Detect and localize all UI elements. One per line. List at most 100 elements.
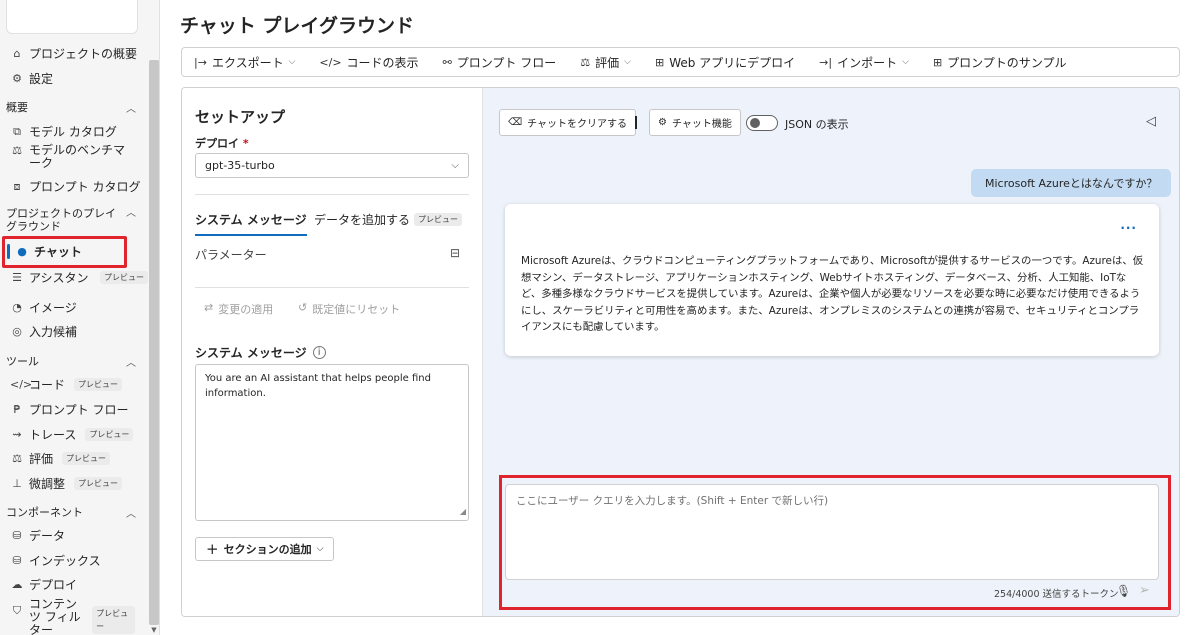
sidebar-item-label: コンテンツ フィルター xyxy=(29,597,81,635)
setup-title: セットアップ xyxy=(195,108,286,126)
sidebar-item-code[interactable]: </> コード プレビュー xyxy=(10,376,123,393)
sidebar-item-model-catalog[interactable]: ⧉ モデル カタログ xyxy=(10,123,117,140)
deploy-label-text: デプロイ xyxy=(195,137,239,150)
info-icon[interactable]: i xyxy=(312,346,326,359)
preview-badge: プレビュー xyxy=(74,477,123,490)
tab-system-message[interactable]: システム メッセージ xyxy=(195,211,307,236)
trace-icon: ⇝ xyxy=(12,428,22,441)
prompt-samples-button[interactable]: ⊞ プロンプトのサンプル xyxy=(933,54,1067,71)
highlight-box xyxy=(2,236,127,268)
sidebar-item-index[interactable]: ⛁ インデックス xyxy=(10,552,101,569)
section-label: プロジェクトのプレイグラウンド xyxy=(6,207,116,233)
system-message-textarea[interactable]: You are an AI assistant that helps peopl… xyxy=(195,364,469,521)
sidebar-item-fine-tuning[interactable]: ⊥ 微調整 プレビュー xyxy=(10,475,123,492)
chevron-down-icon: ⌵ xyxy=(451,160,459,171)
sidebar-item-label: プロンプト カタログ xyxy=(29,180,141,194)
sidebar-item-model-benchmark[interactable]: ⚖ モデルのベンチマーク xyxy=(10,144,135,170)
chat-input-placeholder: ここにユーザー クエリを入力します。(Shift + Enter で新しい行) xyxy=(516,495,829,507)
flask-icon: ⊥ xyxy=(12,477,22,490)
preview-badge: プレビュー xyxy=(92,606,135,634)
sidebar-item-label: モデル カタログ xyxy=(29,125,117,139)
sidebar-item-label: トレース xyxy=(29,428,77,442)
assistant-message-text: Microsoft Azureは、クラウドコンピューティングプラットフォームであ… xyxy=(521,255,1144,333)
chat-features-button[interactable]: ⚙ チャット機能 xyxy=(649,109,741,136)
clear-chat-label: チャットをクリアする xyxy=(527,119,628,130)
section-tools-toggle[interactable]: ツール ︿ xyxy=(6,353,136,369)
sidebar-item-label: イメージ xyxy=(29,301,77,315)
reset-label: 既定値にリセット xyxy=(312,303,401,316)
section-playground-toggle[interactable]: プロジェクトのプレイグラウンド ︿ xyxy=(6,207,136,233)
deploy-select[interactable]: gpt-35-turbo ⌵ xyxy=(195,153,469,178)
reset-icon: ↺ xyxy=(298,301,308,314)
reset-defaults-button[interactable]: ↺ 既定値にリセット xyxy=(298,301,400,317)
json-view-toggle[interactable] xyxy=(746,115,778,131)
preview-badge: プレビュー xyxy=(414,213,463,226)
deploy-web-button[interactable]: ⊞ Web アプリにデプロイ xyxy=(655,54,795,71)
sidebar-item-label: 評価 xyxy=(29,452,54,466)
index-icon: ⛁ xyxy=(12,554,22,567)
clear-chat-button[interactable]: ⌫ チャットをクリアする xyxy=(499,109,637,136)
apply-icon: ⇄ xyxy=(204,301,214,314)
import-button[interactable]: →| インポート ⌵ xyxy=(819,54,909,71)
page-title: チャット プレイグラウンド xyxy=(180,15,415,37)
sidebar-item-label: プロンプト フロー xyxy=(29,403,129,417)
add-section-button[interactable]: + セクションの追加 ⌵ xyxy=(195,537,335,561)
apply-label: 変更の適用 xyxy=(218,303,274,316)
deploy-label: デプロイ * xyxy=(195,135,249,151)
sidebar: ⌂ プロジェクトの概要 ⚙ 設定 概要 ︿ ⧉ モデル カタログ ⚖ モデルのベ… xyxy=(0,0,160,635)
sidebar-item-deploy[interactable]: ☁ デプロイ xyxy=(10,576,78,593)
chevron-down-icon: ⌵ xyxy=(624,57,631,67)
project-card[interactable] xyxy=(6,0,138,34)
prompt-catalog-icon: ⧈ xyxy=(13,179,21,193)
sidebar-item-completion[interactable]: ◎ 入力候補 xyxy=(10,323,77,340)
code-icon: </> xyxy=(10,378,33,391)
tab-add-data-label: データを追加する xyxy=(314,213,411,227)
sidebar-item-evaluation[interactable]: ⚖ 評価 プレビュー xyxy=(10,450,111,467)
view-code-button[interactable]: </> コードの表示 xyxy=(319,54,418,71)
sidebar-item-trace[interactable]: ⇝ トレース プレビュー xyxy=(10,426,134,443)
gear-icon: ⚙ xyxy=(658,117,667,128)
more-options-icon[interactable]: ... xyxy=(1120,218,1137,232)
parameters-label: パラメーター xyxy=(195,248,267,262)
sidebar-item-data[interactable]: ⛁ データ xyxy=(10,527,65,544)
tab-add-data[interactable]: データを追加する プレビュー xyxy=(314,211,463,228)
microphone-icon[interactable]: 🎙 xyxy=(1116,584,1131,598)
sidebar-item-project-overview[interactable]: ⌂ プロジェクトの概要 xyxy=(10,45,138,62)
broom-icon: ⌫ xyxy=(508,117,523,128)
required-marker: * xyxy=(242,137,249,150)
resize-grip-icon[interactable]: ◢ xyxy=(460,504,466,519)
image-icon: ◔ xyxy=(12,301,22,314)
add-section-label: セクションの追加 xyxy=(223,543,312,556)
speaker-icon[interactable]: ◁ xyxy=(1146,114,1156,129)
sidebar-item-image[interactable]: ◔ イメージ xyxy=(10,299,77,316)
sidebar-item-prompt-catalog[interactable]: ⧈ プロンプト カタログ xyxy=(10,178,141,195)
code-icon: </> xyxy=(319,55,342,69)
sidebar-item-content-filter[interactable]: ⛉ コンテンツ フィルター プレビュー xyxy=(10,598,135,635)
chat-features-label: チャット機能 xyxy=(671,119,732,130)
send-icon[interactable]: ➢ xyxy=(1139,583,1150,598)
toggle-knob xyxy=(750,118,760,128)
scale-icon: ⚖ xyxy=(12,452,22,465)
flow-icon: ⚯ xyxy=(442,55,452,69)
sidebar-item-assistant[interactable]: ☰ アシスタント プレビュー xyxy=(10,269,148,286)
sidebar-item-label: インデックス xyxy=(29,554,101,568)
prompt-flow-button[interactable]: ⚯ プロンプト フロー xyxy=(443,54,557,71)
import-label: インポート xyxy=(837,55,898,70)
evaluate-button[interactable]: ⚖ 評価 ⌵ xyxy=(580,54,631,71)
section-overview-toggle[interactable]: 概要 ︿ xyxy=(6,99,136,115)
section-components-toggle[interactable]: コンポーネント ︿ xyxy=(6,504,136,520)
sidebar-item-label: アシスタント xyxy=(29,271,91,285)
sidebar-item-prompt-flow[interactable]: ₱ プロンプト フロー xyxy=(10,401,129,418)
scroll-down-icon[interactable]: ▼ xyxy=(150,626,158,634)
panel-toggle-icon[interactable]: ⊟ xyxy=(450,246,460,260)
sidebar-scrollbar[interactable] xyxy=(149,60,159,625)
export-button[interactable]: |→ エクスポート ⌵ xyxy=(194,54,295,71)
deploy-web-label: Web アプリにデプロイ xyxy=(669,55,796,70)
sidebar-item-label: デプロイ xyxy=(29,578,78,592)
apply-changes-button[interactable]: ⇄ 変更の適用 xyxy=(204,301,273,317)
sidebar-item-label: コード xyxy=(29,378,66,392)
chat-input[interactable]: ここにユーザー クエリを入力します。(Shift + Enter で新しい行) xyxy=(505,484,1159,580)
toolbar: |→ エクスポート ⌵ </> コードの表示 ⚯ プロンプト フロー ⚖ 評価 … xyxy=(181,47,1180,77)
prompt-samples-label: プロンプトのサンプル xyxy=(947,55,1067,70)
sidebar-item-settings[interactable]: ⚙ 設定 xyxy=(10,70,53,87)
